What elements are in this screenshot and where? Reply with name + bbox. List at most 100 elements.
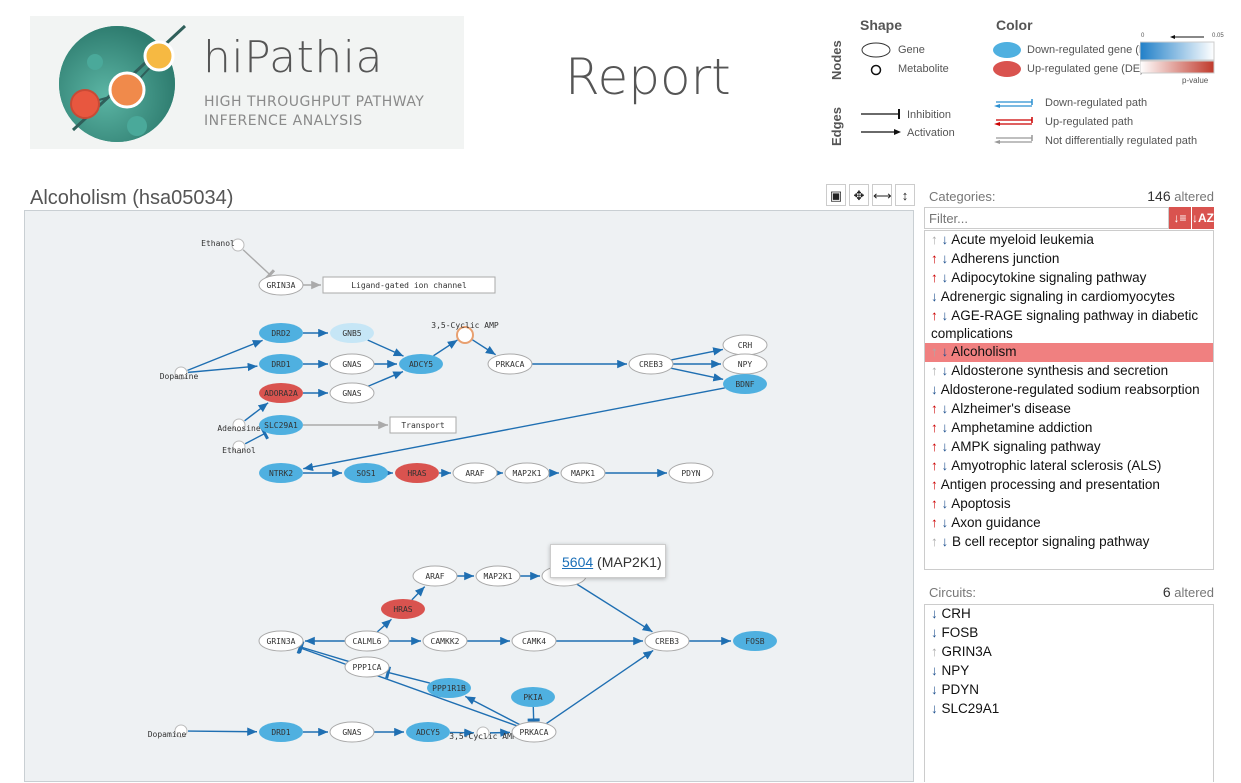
category-item[interactable]: ↓ Aldosterone-regulated sodium reabsorpt… xyxy=(925,381,1213,400)
category-label: Acute myeloid leukemia xyxy=(951,232,1094,247)
pathway-network[interactable]: Ethanol GRIN3A Ligand-gated ion channel DRD… xyxy=(25,211,915,783)
legend-edges-label: Edges xyxy=(829,107,844,146)
circuits-list[interactable]: ↓ CRH↓ FOSB↑ GRIN3A↓ NPY↓ PDYN↓ SLC29A1 xyxy=(924,604,1214,782)
pathway-node[interactable]: CRH xyxy=(723,335,767,355)
sort-count-button[interactable]: ↓≡ xyxy=(1169,207,1191,229)
category-item[interactable]: ↓ Adrenergic signaling in cardiomyocytes xyxy=(925,288,1213,307)
pathway-node[interactable]: Ethanol xyxy=(222,441,256,455)
pathway-node[interactable]: MAPK1 xyxy=(561,463,605,483)
image-icon[interactable]: ▣ xyxy=(826,184,846,206)
pathway-node[interactable]: CAMKK2 xyxy=(423,631,467,651)
pathway-node[interactable]: Dopamine xyxy=(148,725,187,739)
fit-height-icon[interactable]: ↕ xyxy=(895,184,915,206)
circuit-item[interactable]: ↑ GRIN3A xyxy=(925,643,1213,662)
pathway-node[interactable]: PDYN xyxy=(669,463,713,483)
pathway-node[interactable]: 3,5-Cyclic AMP xyxy=(449,727,517,741)
pathway-node[interactable]: CAMK4 xyxy=(512,631,556,651)
activation-edge xyxy=(671,349,723,359)
pathway-node[interactable]: PRKACA xyxy=(512,722,556,742)
category-item[interactable]: ↑ ↓ Apoptosis xyxy=(925,495,1213,514)
pathway-node[interactable]: PPP1CA xyxy=(345,657,389,677)
category-label: Amyotrophic lateral sclerosis (ALS) xyxy=(951,458,1161,473)
pathway-node[interactable]: NPY xyxy=(723,354,767,374)
category-item[interactable]: ↑ Antigen processing and presentation xyxy=(925,476,1213,495)
category-item[interactable]: ↑ ↓ AMPK signaling pathway xyxy=(925,438,1213,457)
category-item[interactable]: ↑ ↓ Alcoholism xyxy=(925,343,1213,362)
legend-up-path-label: Up-regulated path xyxy=(1045,116,1133,128)
pathway-node[interactable]: ADORA2A xyxy=(259,383,303,403)
pathway-node[interactable]: GNAS xyxy=(330,383,374,403)
pathway-node[interactable]: ARAF xyxy=(453,463,497,483)
pathway-node[interactable]: CALML6 xyxy=(345,631,389,651)
category-item[interactable]: ↑ ↓ Adipocytokine signaling pathway xyxy=(925,269,1213,288)
pathway-node[interactable]: GRIN3A xyxy=(259,275,303,295)
pathway-node[interactable]: FOSB xyxy=(733,631,777,651)
pathway-node[interactable]: PPP1R1B xyxy=(427,678,471,698)
circuit-item[interactable]: ↓ FOSB xyxy=(925,624,1213,643)
circuit-item[interactable]: ↓ NPY xyxy=(925,662,1213,681)
circuit-item[interactable]: ↓ SLC29A1 xyxy=(925,700,1213,719)
category-item[interactable]: ↑ ↓ Adherens junction xyxy=(925,250,1213,269)
color-swatch-icon xyxy=(992,40,1026,80)
pathway-node[interactable]: PKIA xyxy=(511,687,555,707)
category-item[interactable]: ↑ ↓ Aldosterone synthesis and secretion xyxy=(925,362,1213,381)
pathway-canvas[interactable]: Ethanol GRIN3A Ligand-gated ion channel DRD… xyxy=(24,210,914,782)
pathway-node[interactable]: CREB3 xyxy=(645,631,689,651)
pathway-node[interactable]: Dopamine xyxy=(160,367,199,381)
category-item[interactable]: ↑ ↓ Amyotrophic lateral sclerosis (ALS) xyxy=(925,457,1213,476)
tooltip-gene-link[interactable]: 5604 xyxy=(562,554,593,570)
pathway-node[interactable]: SOS1 xyxy=(344,463,388,483)
pathway-node[interactable]: CREB3 xyxy=(629,354,673,374)
pathway-node[interactable]: GNB5 xyxy=(330,323,374,343)
pathway-node[interactable]: 3,5-Cyclic AMP xyxy=(431,321,499,343)
node-label: GRIN3A xyxy=(267,281,296,290)
node-label: MAPK1 xyxy=(571,469,595,478)
activation-edge xyxy=(245,403,269,421)
pathway-node[interactable]: ARAF xyxy=(413,566,457,586)
category-item[interactable]: ↑ ↓ Amphetamine addiction xyxy=(925,419,1213,438)
category-item[interactable]: ↑ ↓ Acute myeloid leukemia xyxy=(925,231,1213,250)
pathway-node[interactable]: SLC29A1 xyxy=(259,415,303,435)
categories-list[interactable]: ↑ ↓ Acute myeloid leukemia↑ ↓ Adherens j… xyxy=(924,230,1214,570)
pathway-node[interactable]: Adenosine xyxy=(217,419,261,433)
pathway-node[interactable]: BDNF xyxy=(723,374,767,394)
category-item[interactable]: ↑ ↓ Axon guidance xyxy=(925,514,1213,533)
pathway-node[interactable]: ADCY5 xyxy=(406,722,450,742)
pathway-node[interactable]: Ligand-gated ion channel xyxy=(323,277,495,293)
pathway-node[interactable]: DRD1 xyxy=(259,354,303,374)
up-arrow-icon: ↑ xyxy=(931,477,938,492)
pathway-node[interactable]: GRIN3A xyxy=(259,631,303,651)
category-filter-input[interactable] xyxy=(924,207,1169,229)
pathway-node[interactable]: MAP2K1 xyxy=(505,463,549,483)
page-title: Report xyxy=(565,48,731,106)
sort-alpha-button[interactable]: ↓AZ xyxy=(1192,207,1214,229)
activation-edge xyxy=(412,587,425,600)
circuit-item[interactable]: ↓ CRH xyxy=(925,605,1213,624)
pathway-node[interactable]: ADCY5 xyxy=(399,354,443,374)
pathway-node[interactable]: PRKACA xyxy=(488,354,532,374)
up-arrow-icon: ↑ xyxy=(931,420,938,435)
category-item[interactable]: ↑ ↓ B cell receptor signaling pathway xyxy=(925,533,1213,552)
down-arrow-icon: ↓ xyxy=(942,363,949,378)
center-icon[interactable]: ✥ xyxy=(849,184,869,206)
pathway-node[interactable]: HRAS xyxy=(381,599,425,619)
pathway-node[interactable]: DRD1 xyxy=(259,722,303,742)
pathway-node[interactable]: Transport xyxy=(390,417,456,433)
pathway-node[interactable]: GNAS xyxy=(330,722,374,742)
category-label: Adherens junction xyxy=(951,251,1059,266)
node-label: NTRK2 xyxy=(269,469,293,478)
category-item[interactable]: ↑ ↓ AGE-RAGE signaling pathway in diabet… xyxy=(925,307,1213,343)
pathway-node[interactable]: NTRK2 xyxy=(259,463,303,483)
pathway-node[interactable]: HRAS xyxy=(395,463,439,483)
node-label: PRKACA xyxy=(520,728,549,737)
pathway-node[interactable]: GNAS xyxy=(330,354,374,374)
category-label: Apoptosis xyxy=(951,496,1010,511)
circuit-label: SLC29A1 xyxy=(942,701,1000,716)
fit-width-icon[interactable]: ⟷ xyxy=(872,184,892,206)
pathway-node[interactable]: MAP2K1 xyxy=(476,566,520,586)
legend-metabolite-label: Metabolite xyxy=(898,63,949,75)
pathway-node[interactable]: DRD2 xyxy=(259,323,303,343)
circuit-item[interactable]: ↓ PDYN xyxy=(925,681,1213,700)
category-item[interactable]: ↑ ↓ Alzheimer's disease xyxy=(925,400,1213,419)
pathway-node[interactable]: Ethanol xyxy=(201,239,244,251)
